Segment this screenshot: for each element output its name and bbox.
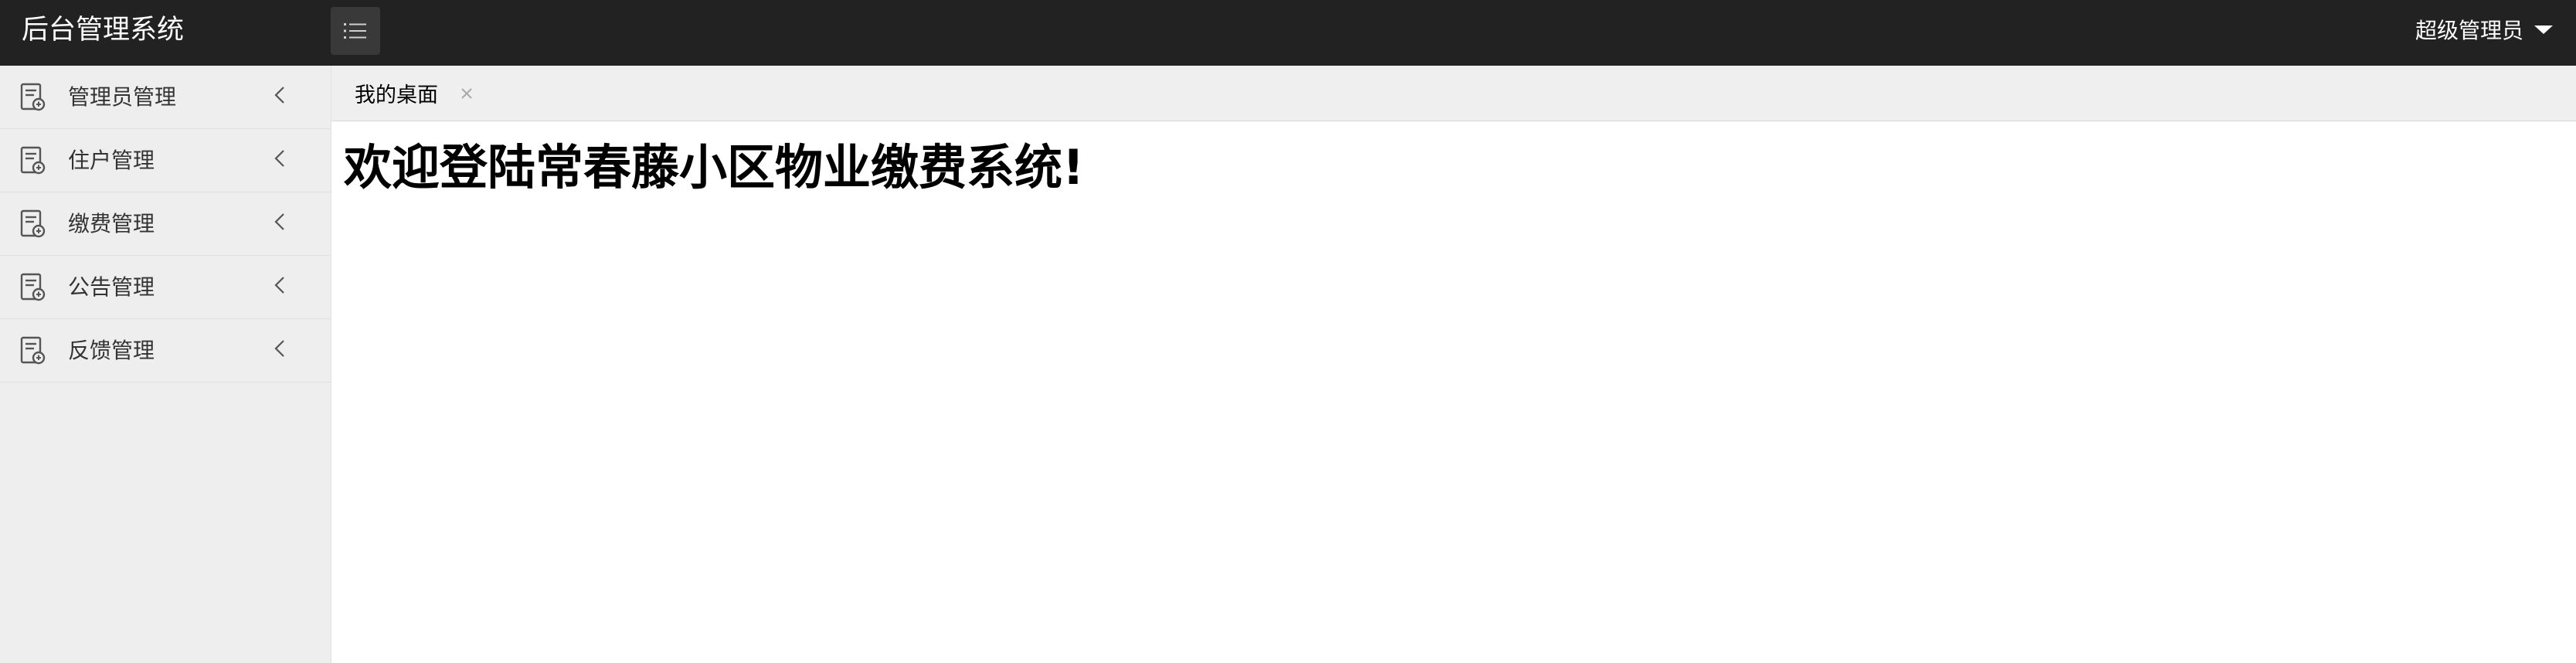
main-content: 欢迎登陆常春藤小区物业缴费系统! [331, 121, 2576, 663]
chevron-left-icon[interactable] [270, 274, 289, 298]
tab-bar: 我的桌面 [331, 66, 2576, 121]
sidebar-item-label: 反馈管理 [68, 338, 155, 363]
chevron-left-icon[interactable] [270, 84, 289, 107]
sidebar-item-payment-management[interactable]: 缴费管理 [0, 192, 331, 256]
document-icon [20, 83, 46, 111]
sidebar-item-label: 住户管理 [68, 148, 155, 173]
sidebar-item-announcement-management[interactable]: 公告管理 [0, 256, 331, 319]
chevron-left-icon[interactable] [270, 338, 289, 361]
sidebar-item-label: 公告管理 [68, 274, 155, 300]
sidebar-item-resident-management[interactable]: 住户管理 [0, 129, 331, 192]
menu-toggle-button[interactable] [331, 7, 380, 55]
sidebar-item-admin-management[interactable]: 管理员管理 [0, 66, 331, 129]
chevron-left-icon[interactable] [270, 211, 289, 234]
sidebar-item-label: 管理员管理 [68, 84, 177, 110]
user-menu[interactable]: 超级管理员 [2415, 0, 2553, 59]
app-title: 后台管理系统 [22, 15, 185, 46]
document-icon [20, 336, 46, 365]
sidebar: 管理员管理 住户管理 缴费管理 公告管理 反馈管理 [0, 66, 331, 663]
sidebar-item-feedback-management[interactable]: 反馈管理 [0, 319, 331, 382]
chevron-left-icon[interactable] [270, 148, 289, 171]
top-header: 后台管理系统 超级管理员 [0, 0, 2576, 66]
document-icon [20, 209, 46, 238]
document-icon [20, 273, 46, 301]
caret-down-icon [2534, 25, 2553, 34]
sidebar-item-label: 缴费管理 [68, 211, 155, 236]
tab-my-desktop[interactable]: 我的桌面 [331, 66, 498, 121]
close-icon[interactable] [458, 85, 475, 102]
list-icon [344, 23, 366, 39]
tab-label: 我的桌面 [355, 83, 438, 107]
document-icon [20, 146, 46, 175]
welcome-heading: 欢迎登陆常春藤小区物业缴费系统! [344, 139, 1085, 196]
user-name: 超级管理员 [2415, 18, 2523, 43]
